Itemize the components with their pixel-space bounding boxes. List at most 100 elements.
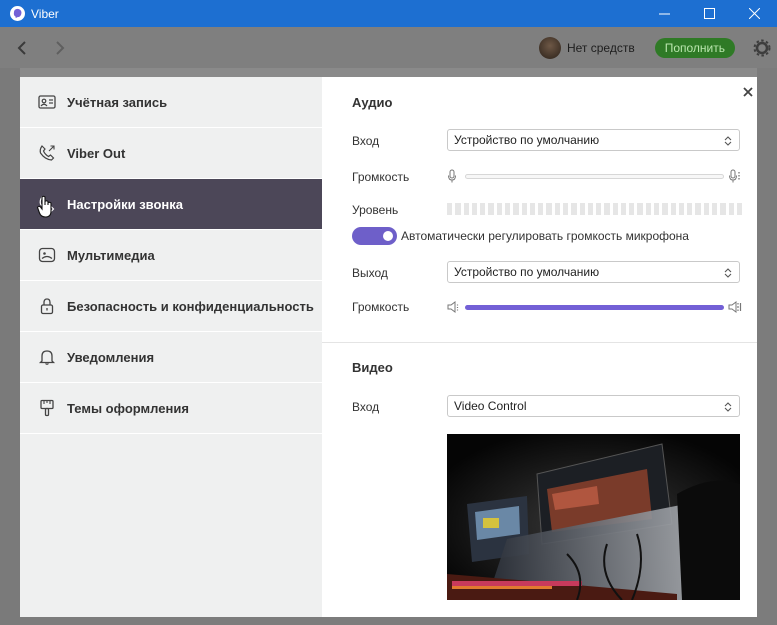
level-segment (471, 203, 478, 215)
sidebar-item-call-settings[interactable]: Настройки звонка (20, 179, 322, 230)
level-segment (637, 203, 643, 215)
chevron-updown-icon (724, 268, 732, 278)
camera-preview-image (447, 434, 740, 600)
media-icon (37, 246, 57, 264)
level-segment (604, 203, 610, 215)
level-segment (587, 203, 594, 215)
level-label: Уровень (352, 203, 399, 217)
minimize-icon (659, 13, 670, 15)
level-segment (596, 203, 602, 215)
topup-button[interactable]: Пополнить (654, 37, 735, 58)
level-segment (612, 203, 618, 215)
video-input-label: Вход (352, 400, 380, 414)
level-segment (736, 203, 743, 215)
audio-output-select[interactable]: Устройство по умолчанию (447, 261, 740, 283)
sidebar-item-label: Темы оформления (67, 400, 189, 416)
level-segment (712, 203, 718, 215)
avatar[interactable] (538, 36, 561, 59)
level-segment (488, 203, 494, 215)
level-segment (513, 203, 519, 215)
back-arrow-icon[interactable] (16, 40, 30, 55)
minimize-button[interactable] (642, 0, 687, 27)
video-section-title: Видео (352, 360, 393, 375)
level-segment (463, 203, 469, 215)
settings-sidebar: Учётная запись Viber Out Настройки звонк… (20, 77, 322, 617)
auto-gain-toggle[interactable] (352, 227, 397, 245)
title-bar: Viber (0, 0, 777, 27)
video-preview (447, 434, 740, 600)
level-segment (571, 203, 577, 215)
audio-input-select[interactable]: Устройство по умолчанию (447, 129, 740, 151)
level-segment (678, 203, 685, 215)
close-icon (749, 8, 760, 19)
level-segment (728, 203, 734, 215)
forward-arrow-icon[interactable] (52, 40, 66, 55)
sidebar-item-multimedia[interactable]: Мультимедиа (20, 230, 322, 281)
level-segment (670, 203, 676, 215)
sidebar-item-security[interactable]: Безопасность и конфиденциальность (20, 281, 322, 332)
sidebar-item-account[interactable]: Учётная запись (20, 77, 322, 128)
chevron-updown-icon (724, 402, 732, 412)
maximize-button[interactable] (687, 0, 732, 27)
video-input-value: Video Control (454, 399, 527, 413)
level-segment (521, 203, 527, 215)
lock-icon (37, 297, 57, 315)
app-toolbar: Нет средств Пополнить (0, 27, 777, 68)
input-volume-label: Громкость (352, 170, 410, 184)
output-volume-track[interactable] (465, 304, 724, 310)
window-title: Viber (31, 6, 59, 21)
balance-text: Нет средств (566, 40, 635, 55)
audio-output-label: Выход (352, 266, 388, 280)
level-segment (695, 203, 701, 215)
output-volume-slider[interactable] (447, 299, 742, 315)
output-volume-label: Громкость (352, 300, 410, 314)
sidebar-item-notifications[interactable]: Уведомления (20, 332, 322, 383)
level-segment (529, 203, 536, 215)
sidebar-item-label: Уведомления (67, 349, 155, 365)
background-bottom (20, 617, 757, 625)
input-volume-slider[interactable] (447, 168, 742, 184)
level-segment (620, 203, 627, 215)
gear-icon[interactable] (753, 39, 771, 57)
hand-cursor-icon (36, 195, 52, 218)
viber-logo-icon (10, 6, 25, 21)
level-segment (562, 203, 569, 215)
microphone-low-icon (448, 169, 456, 183)
sidebar-item-themes[interactable]: Темы оформления (20, 383, 322, 434)
settings-dialog: Учётная запись Viber Out Настройки звонк… (20, 77, 757, 617)
close-icon[interactable] (741, 85, 755, 99)
audio-level-meter (447, 203, 743, 215)
level-segment (504, 203, 511, 215)
speaker-low-icon (447, 301, 459, 313)
maximize-icon (704, 8, 715, 19)
sidebar-item-viber-out[interactable]: Viber Out (20, 128, 322, 179)
level-segment (538, 203, 544, 215)
audio-section-title: Аудио (352, 95, 393, 110)
section-divider (322, 342, 757, 343)
level-segment (455, 203, 461, 215)
level-segment (720, 203, 726, 215)
sidebar-item-label: Настройки звонка (67, 196, 184, 212)
audio-input-value: Устройство по умолчанию (454, 133, 600, 147)
input-volume-track[interactable] (465, 173, 724, 179)
brush-icon (37, 399, 57, 417)
window-close-button[interactable] (732, 0, 777, 27)
video-input-select[interactable]: Video Control (447, 395, 740, 417)
level-segment (546, 203, 552, 215)
level-segment (554, 203, 560, 215)
level-segment (662, 203, 668, 215)
level-segment (629, 203, 635, 215)
level-segment (687, 203, 693, 215)
background-chat-area (757, 68, 777, 625)
sidebar-item-label: Viber Out (67, 145, 126, 161)
sidebar-item-label: Мультимедиа (67, 247, 155, 263)
level-segment (654, 203, 660, 215)
sidebar-item-label: Учётная запись (67, 94, 168, 110)
microphone-high-icon (729, 169, 740, 183)
level-segment (496, 203, 502, 215)
auto-gain-row: Автоматически регулировать громкость мик… (352, 227, 689, 245)
phone-out-icon (37, 144, 57, 162)
level-segment (703, 203, 709, 215)
level-segment (480, 203, 486, 215)
background-chat-list (0, 68, 20, 625)
